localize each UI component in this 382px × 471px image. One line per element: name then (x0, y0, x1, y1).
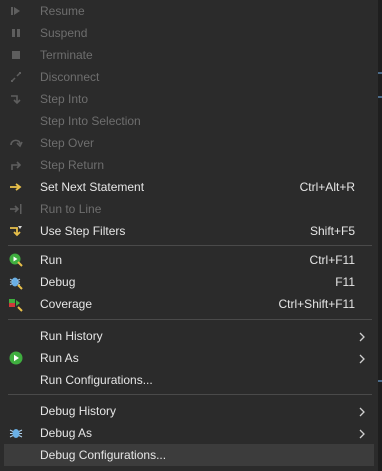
menu-item-label: Run (40, 253, 63, 267)
menu-item-terminate[interactable]: Terminate (0, 44, 378, 66)
set-next-statement-icon (8, 179, 24, 195)
run-icon (8, 252, 24, 268)
menu-item-label: Terminate (40, 48, 93, 62)
resume-icon (8, 3, 24, 19)
menu-item-label: Run to Line (40, 202, 102, 216)
step-return-icon (8, 157, 24, 173)
coverage-icon (8, 296, 24, 312)
menu-item-run-to-line[interactable]: Run to Line (0, 198, 378, 220)
suspend-icon (8, 25, 24, 41)
menu-separator (8, 245, 372, 246)
menu-item-step-into[interactable]: Step Into (0, 88, 378, 110)
menu-item-debug-history[interactable]: Debug History (0, 400, 378, 422)
step-over-icon (8, 135, 24, 151)
menu-item-label: Debug Configurations... (40, 448, 167, 462)
menu-item-run-as[interactable]: Run As (0, 347, 378, 369)
chevron-right-icon (358, 353, 366, 364)
run-to-line-icon (8, 201, 24, 217)
chevron-right-icon (358, 428, 366, 439)
menu-item-label: Run History (40, 329, 103, 343)
menu-item-label: Use Step Filters (40, 224, 126, 238)
menu-item-resume[interactable]: Resume (0, 0, 378, 22)
menu-separator (8, 394, 372, 395)
overview-ruler-mark (378, 380, 382, 382)
menu-item-label: Run Configurations... (40, 373, 153, 387)
shortcut-label: Ctrl+Shift+F11 (278, 297, 355, 311)
shortcut-label: Ctrl+F11 (309, 253, 355, 267)
menu-item-run-history[interactable]: Run History (0, 325, 378, 347)
step-into-icon (8, 91, 24, 107)
menu-item-label: Run As (40, 351, 79, 365)
menu-item-label: Debug History (40, 404, 117, 418)
run-menu: Resume Suspend Terminate Disconnect Step… (0, 0, 378, 471)
menu-item-step-into-selection[interactable]: Step Into Selection (0, 110, 378, 132)
menu-item-label: Suspend (40, 26, 88, 40)
shortcut-label: F11 (335, 275, 355, 289)
menu-item-step-return[interactable]: Step Return (0, 154, 378, 176)
menu-item-label: Debug As (40, 426, 93, 440)
menu-item-label: Debug (40, 275, 76, 289)
run-as-icon (8, 350, 24, 366)
menu-item-use-step-filters[interactable]: Use Step Filters Shift+F5 (0, 220, 378, 242)
menu-item-step-over[interactable]: Step Over (0, 132, 378, 154)
menu-item-label: Step Into Selection (40, 114, 141, 128)
menu-item-debug-configurations[interactable]: Debug Configurations... (4, 444, 374, 466)
chevron-right-icon (358, 331, 366, 342)
menu-separator (8, 319, 372, 320)
menu-item-suspend[interactable]: Suspend (0, 22, 378, 44)
menu-item-label: Disconnect (40, 70, 100, 84)
editor-edge (378, 0, 382, 471)
menu-item-label: Resume (40, 4, 85, 18)
step-filters-icon (8, 223, 24, 239)
menu-item-label: Step Into (40, 92, 89, 106)
menu-item-debug[interactable]: Debug F11 (0, 271, 378, 293)
menu-item-set-next-statement[interactable]: Set Next Statement Ctrl+Alt+R (0, 176, 378, 198)
terminate-icon (8, 47, 24, 63)
overview-ruler-mark (378, 96, 382, 98)
shortcut-label: Shift+F5 (309, 224, 355, 238)
menu-item-debug-as[interactable]: Debug As (0, 422, 378, 444)
debug-icon (8, 274, 24, 290)
menu-item-disconnect[interactable]: Disconnect (0, 66, 378, 88)
disconnect-icon (8, 69, 24, 85)
menu-item-run-configurations[interactable]: Run Configurations... (0, 369, 378, 391)
menu-item-label: Set Next Statement (40, 180, 145, 194)
chevron-right-icon (358, 406, 366, 417)
menu-item-label: Step Over (40, 136, 95, 150)
shortcut-label: Ctrl+Alt+R (299, 180, 355, 194)
menu-item-run[interactable]: Run Ctrl+F11 (0, 249, 378, 271)
debug-as-icon (8, 425, 24, 441)
overview-ruler-mark (378, 72, 382, 74)
menu-item-label: Step Return (40, 158, 105, 172)
menu-item-label: Coverage (40, 297, 93, 311)
menu-item-coverage[interactable]: Coverage Ctrl+Shift+F11 (0, 293, 378, 315)
